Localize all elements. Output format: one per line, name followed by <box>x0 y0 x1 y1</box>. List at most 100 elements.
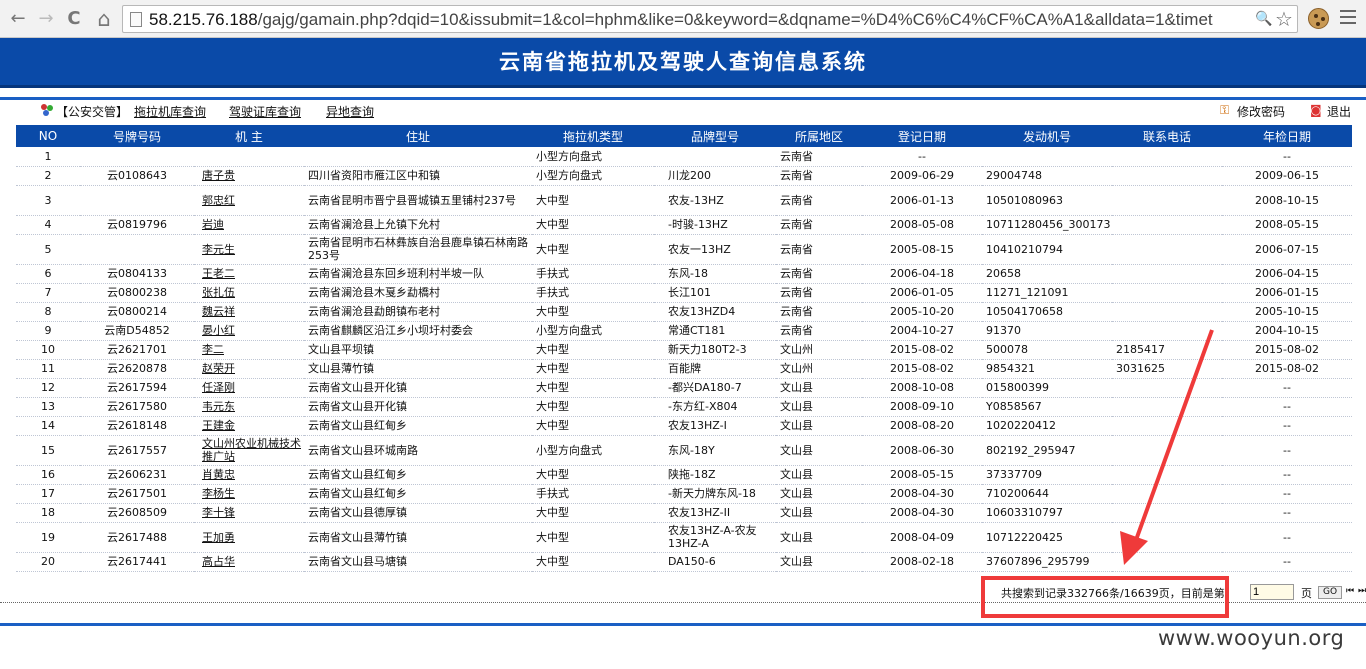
table-row: 10 云2621701 李二 文山县平坝镇 大中型 新天力180T2-3 文山州 2015-0… <box>16 340 1352 360</box>
table-cell: 云2617501 <box>80 484 194 504</box>
nav-prefix: 【公安交管】 <box>56 105 129 119</box>
reload-button[interactable]: C <box>62 7 86 31</box>
last-page-icon[interactable]: ⏭ <box>1358 586 1366 596</box>
table-cell: 农友13HZ-II <box>654 503 776 523</box>
table-cell: 2008-09-10 <box>862 397 982 417</box>
table-cell: 云2618148 <box>80 416 194 436</box>
table-cell: 2015-08-02 <box>1222 359 1352 379</box>
go-button[interactable]: GO <box>1318 586 1342 599</box>
table-cell: 四川省资阳市雁江区中和镇 <box>304 166 532 186</box>
table-cell: 云2617580 <box>80 397 194 417</box>
nav-link-license-query[interactable]: 驾驶证库查询 <box>229 105 301 119</box>
page-number-input[interactable] <box>1250 584 1294 600</box>
table-cell: 文山州 <box>776 359 862 379</box>
table-cell: 东风-18 <box>654 264 776 284</box>
menu-icon[interactable] <box>1340 10 1356 28</box>
table-cell: 云南D54852 <box>80 321 194 341</box>
table-cell: 云南省文山县薄竹镇 <box>304 522 532 553</box>
table-cell <box>1112 185 1222 216</box>
owner-name-link[interactable]: 肖黄忠 <box>194 465 304 485</box>
table-cell: 文山县 <box>776 397 862 417</box>
cookie-extension-icon[interactable] <box>1308 8 1329 29</box>
table-cell: 3031625 <box>1112 359 1222 379</box>
table-row: 19 云2617488 王加勇 云南省文山县薄竹镇 大中型 农友13HZ-A-农友13HZ… <box>16 522 1352 553</box>
home-button[interactable]: ⌂ <box>92 7 116 31</box>
table-cell: -- <box>1222 435 1352 466</box>
owner-name-link[interactable]: 高占华 <box>194 552 304 572</box>
back-button[interactable]: ← <box>6 7 30 31</box>
table-row: 12 云2617594 任泽刚 云南省文山县开化镇 大中型 -都兴DA180-7 文山县 20… <box>16 378 1352 398</box>
url-text[interactable]: 58.215.76.188/gajg/gamain.php?dqid=10&is… <box>149 10 1259 30</box>
table-cell <box>982 147 1112 167</box>
table-cell: 云南省澜沧县上允镇下允村 <box>304 215 532 235</box>
owner-name-link[interactable]: 任泽刚 <box>194 378 304 398</box>
owner-name-link[interactable]: 李元生 <box>194 234 304 265</box>
first-page-icon[interactable]: ⏮ <box>1346 586 1354 596</box>
table-cell: 手扶式 <box>532 283 654 303</box>
table-cell: 云2617488 <box>80 522 194 553</box>
table-cell: 9854321 <box>982 359 1112 379</box>
table-cell: 015800399 <box>982 378 1112 398</box>
table-cell <box>1112 465 1222 485</box>
owner-name-link[interactable] <box>194 147 304 167</box>
logout-link[interactable]: 退出 <box>1327 103 1351 120</box>
table-cell <box>1112 503 1222 523</box>
nav-link-remote-query[interactable]: 异地查询 <box>326 105 374 119</box>
table-cell: 大中型 <box>532 234 654 265</box>
table-cell: 18 <box>16 503 80 523</box>
table-cell: 17 <box>16 484 80 504</box>
owner-name-link[interactable]: 岩迪 <box>194 215 304 235</box>
table-cell: 云0804133 <box>80 264 194 284</box>
owner-name-link[interactable]: 郭忠红 <box>194 185 304 216</box>
table-cell: 2 <box>16 166 80 186</box>
table-cell <box>1112 416 1222 436</box>
column-header: 品牌型号 <box>654 125 776 147</box>
owner-name-link[interactable]: 王老二 <box>194 264 304 284</box>
search-icon[interactable]: 🔍 <box>1255 11 1272 27</box>
nav-link-tractor-query[interactable]: 拖拉机库查询 <box>134 105 206 119</box>
forward-button[interactable]: → <box>34 7 58 31</box>
table-cell: 大中型 <box>532 465 654 485</box>
owner-name-link[interactable]: 李十锋 <box>194 503 304 523</box>
nav-bar: 【公安交管】 拖拉机库查询 驾驶证库查询 异地查询 ⚿ 修改密码 ◙ 退出 <box>0 100 1366 122</box>
table-cell: 百能牌 <box>654 359 776 379</box>
table-cell: 2008-06-30 <box>862 435 982 466</box>
owner-name-link[interactable]: 王建金 <box>194 416 304 436</box>
table-cell: 小型方向盘式 <box>532 147 654 167</box>
owner-name-link[interactable]: 赵荣开 <box>194 359 304 379</box>
table-cell: 文山县 <box>776 465 862 485</box>
table-cell: 云南省澜沧县东回乡班利村半坡一队 <box>304 264 532 284</box>
home-icon: ⌂ <box>97 7 111 31</box>
table-cell: 10712220425 <box>982 522 1112 553</box>
table-cell: -时骏-13HZ <box>654 215 776 235</box>
table-cell: 云南省 <box>776 185 862 216</box>
table-cell: 37337709 <box>982 465 1112 485</box>
table-cell: -- <box>1222 503 1352 523</box>
table-cell <box>1112 522 1222 553</box>
owner-name-link[interactable]: 晏小红 <box>194 321 304 341</box>
address-bar[interactable]: 58.215.76.188/gajg/gamain.php?dqid=10&is… <box>122 5 1298 33</box>
table-cell: 川龙200 <box>654 166 776 186</box>
table-row: 9 云南D54852 晏小红 云南省麒麟区沿江乡小坝圩村委会 小型方向盘式 常通CT181… <box>16 321 1352 341</box>
table-cell: 11 <box>16 359 80 379</box>
owner-name-link[interactable]: 唐子贵 <box>194 166 304 186</box>
table-cell: 陕拖-18Z <box>654 465 776 485</box>
owner-name-link[interactable]: 王加勇 <box>194 522 304 553</box>
table-cell: -- <box>1222 522 1352 553</box>
table-row: 14 云2618148 王建金 云南省文山县红甸乡 大中型 农友13HZ-I 文山县 2008… <box>16 416 1352 436</box>
table-cell: 2004-10-15 <box>1222 321 1352 341</box>
table-cell: -- <box>1222 397 1352 417</box>
table-cell: 2009-06-15 <box>1222 166 1352 186</box>
owner-name-link[interactable]: 魏云祥 <box>194 302 304 322</box>
owner-name-link[interactable]: 李二 <box>194 340 304 360</box>
table-cell: 云南省麒麟区沿江乡小坝圩村委会 <box>304 321 532 341</box>
owner-name-link[interactable]: 张扎伍 <box>194 283 304 303</box>
owner-name-link[interactable]: 李杨生 <box>194 484 304 504</box>
table-cell <box>1112 321 1222 341</box>
owner-name-link[interactable]: 文山州农业机械技术推广站 <box>194 435 304 466</box>
change-password-link[interactable]: 修改密码 <box>1237 103 1285 120</box>
star-icon[interactable]: ☆ <box>1275 7 1293 31</box>
owner-name-link[interactable]: 韦元东 <box>194 397 304 417</box>
table-cell: 云南省昆明市晋宁县晋城镇五里铺村237号 <box>304 185 532 216</box>
table-cell <box>1112 397 1222 417</box>
